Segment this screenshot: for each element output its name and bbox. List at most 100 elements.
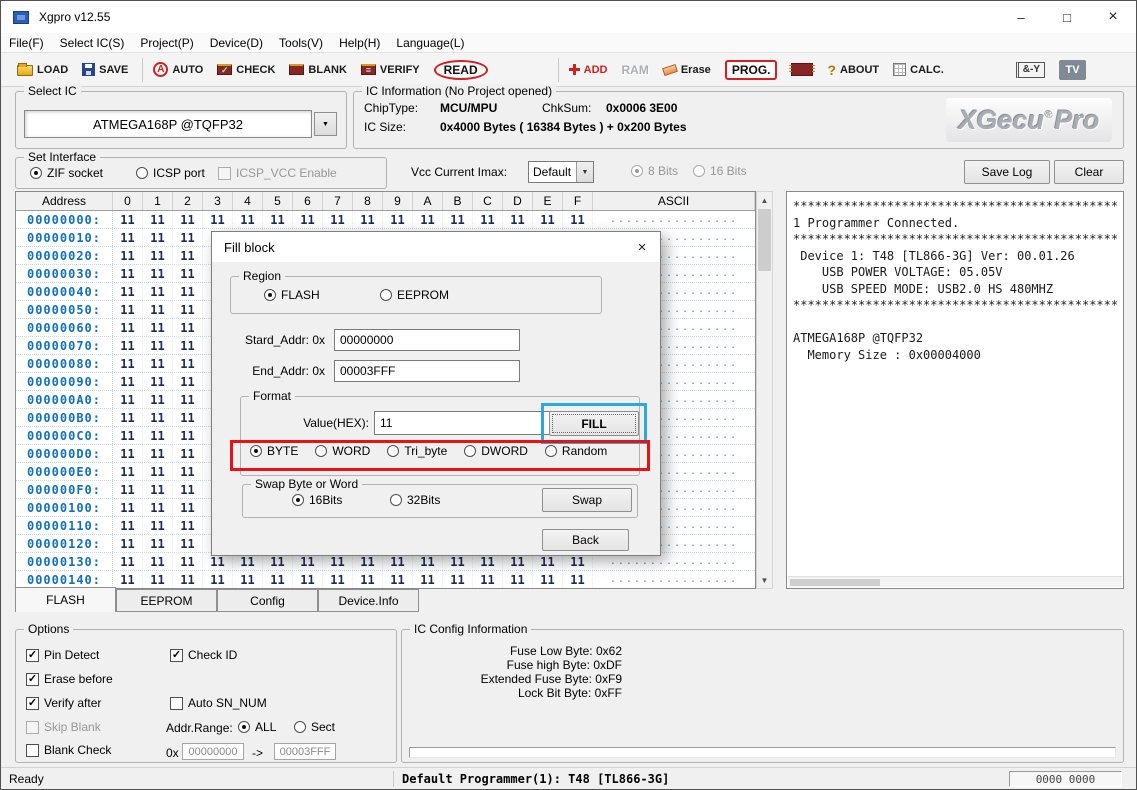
toolbar-add-button[interactable]: ADD bbox=[567, 57, 610, 83]
hex-byte-cell[interactable]: 11 bbox=[173, 427, 203, 444]
hex-byte-cell[interactable]: 11 bbox=[143, 499, 173, 516]
toolbar-about-button[interactable]: ABOUT bbox=[825, 57, 881, 83]
tab-eeprom[interactable]: EEPROM bbox=[116, 589, 217, 612]
hex-byte-cell[interactable]: 11 bbox=[143, 337, 173, 354]
hex-byte-cell[interactable]: 11 bbox=[113, 211, 143, 228]
hex-byte-cell[interactable]: 11 bbox=[143, 463, 173, 480]
hex-byte-cell[interactable]: 11 bbox=[113, 571, 143, 588]
scrollbar-thumb[interactable] bbox=[790, 579, 880, 586]
mode-radio-tri_byte[interactable]: Tri_byte bbox=[387, 444, 447, 458]
hex-byte-cell[interactable]: 11 bbox=[173, 535, 203, 552]
hex-byte-cell[interactable]: 11 bbox=[113, 517, 143, 534]
hex-byte-cell[interactable]: 11 bbox=[113, 319, 143, 336]
toolbar-load-button[interactable]: LOAD bbox=[15, 57, 70, 83]
menu-item-3[interactable]: Device(D) bbox=[202, 33, 271, 53]
hex-byte-cell[interactable]: 11 bbox=[113, 229, 143, 246]
hex-byte-cell[interactable]: 11 bbox=[143, 283, 173, 300]
menu-item-1[interactable]: Select IC(S) bbox=[52, 33, 133, 53]
hex-byte-cell[interactable]: 11 bbox=[173, 517, 203, 534]
toolbar-calc-button[interactable]: CALC. bbox=[891, 57, 946, 83]
mode-radio-word[interactable]: WORD bbox=[315, 444, 370, 458]
hex-byte-cell[interactable]: 11 bbox=[473, 571, 503, 588]
toolbar-tv-button[interactable]: TV bbox=[1057, 57, 1088, 83]
chevron-down-icon[interactable]: ▼ bbox=[576, 162, 593, 182]
eeprom-region-radio[interactable]: EEPROM bbox=[380, 288, 449, 302]
16-bits-radio[interactable]: 16 Bits bbox=[693, 164, 747, 178]
hex-byte-cell[interactable]: 11 bbox=[563, 211, 593, 228]
value-hex-input[interactable]: 11 bbox=[374, 411, 562, 435]
hex-byte-cell[interactable]: 11 bbox=[113, 463, 143, 480]
dialog-title-bar[interactable]: Fill block bbox=[212, 232, 660, 262]
hex-byte-cell[interactable]: 11 bbox=[533, 211, 563, 228]
hex-byte-cell[interactable]: 11 bbox=[173, 247, 203, 264]
icsp-vcc-enable-checkbox[interactable]: ICSP_VCC Enable bbox=[218, 166, 337, 180]
toolbar-prog-button[interactable]: PROG. bbox=[723, 57, 780, 83]
hex-byte-cell[interactable]: 11 bbox=[113, 445, 143, 462]
hex-byte-cell[interactable]: 11 bbox=[143, 517, 173, 534]
hex-byte-cell[interactable]: 11 bbox=[113, 481, 143, 498]
hex-byte-cell[interactable]: 11 bbox=[173, 337, 203, 354]
maximize-button[interactable]: □ bbox=[1044, 1, 1090, 33]
log-horizontal-scrollbar[interactable] bbox=[788, 576, 1122, 587]
hex-byte-cell[interactable]: 11 bbox=[173, 229, 203, 246]
hex-byte-cell[interactable]: 11 bbox=[413, 211, 443, 228]
hex-byte-cell[interactable]: 11 bbox=[113, 247, 143, 264]
mode-radio-random[interactable]: Random bbox=[545, 444, 607, 458]
toolbar-blank-button[interactable]: BLANK bbox=[287, 57, 349, 83]
hex-byte-cell[interactable]: 11 bbox=[143, 229, 173, 246]
range-end-input[interactable]: 00003FFF bbox=[274, 743, 336, 760]
hex-byte-cell[interactable]: 11 bbox=[413, 571, 443, 588]
hex-byte-cell[interactable]: 11 bbox=[143, 319, 173, 336]
hex-byte-cell[interactable]: 11 bbox=[143, 355, 173, 372]
hex-byte-cell[interactable]: 11 bbox=[323, 211, 353, 228]
hex-byte-cell[interactable]: 11 bbox=[113, 499, 143, 516]
hex-byte-cell[interactable]: 11 bbox=[113, 427, 143, 444]
swap-button[interactable]: Swap bbox=[542, 488, 632, 512]
verify-after-checkbox[interactable]: Verify after bbox=[26, 696, 101, 710]
end-addr-input[interactable]: 00003FFF bbox=[334, 360, 520, 382]
flash-region-radio[interactable]: FLASH bbox=[264, 288, 320, 302]
blank-check-checkbox[interactable]: Blank Check bbox=[26, 743, 111, 757]
hex-byte-cell[interactable]: 11 bbox=[263, 571, 293, 588]
hex-byte-cell[interactable]: 11 bbox=[143, 265, 173, 282]
hex-byte-cell[interactable]: 11 bbox=[173, 571, 203, 588]
dialog-close-icon[interactable]: × bbox=[628, 234, 656, 260]
pin-detect-checkbox[interactable]: Pin Detect bbox=[26, 648, 99, 662]
hex-byte-cell[interactable]: 11 bbox=[113, 301, 143, 318]
hex-byte-cell[interactable]: 11 bbox=[353, 571, 383, 588]
icsp-port-radio[interactable]: ICSP port bbox=[136, 166, 205, 180]
hex-byte-cell[interactable]: 11 bbox=[173, 211, 203, 228]
hex-byte-cell[interactable]: 11 bbox=[173, 355, 203, 372]
scroll-up-icon[interactable]: ▲ bbox=[757, 192, 772, 208]
hex-byte-cell[interactable]: 11 bbox=[143, 301, 173, 318]
scrollbar-thumb[interactable] bbox=[758, 209, 771, 271]
toolbar-save-button[interactable]: SAVE bbox=[80, 57, 130, 83]
hex-byte-cell[interactable]: 11 bbox=[173, 373, 203, 390]
hex-byte-cell[interactable]: 11 bbox=[113, 265, 143, 282]
selected-ic-field[interactable]: ATMEGA168P @TQFP32 bbox=[24, 110, 312, 138]
toolbar-read-button[interactable]: READ bbox=[432, 57, 490, 83]
hex-byte-cell[interactable]: 11 bbox=[173, 481, 203, 498]
start-addr-input[interactable]: 00000000 bbox=[334, 329, 520, 351]
hex-byte-cell[interactable]: 11 bbox=[113, 553, 143, 570]
hex-byte-cell[interactable]: 11 bbox=[233, 571, 263, 588]
tab-config[interactable]: Config bbox=[217, 589, 318, 612]
hex-byte-cell[interactable]: 11 bbox=[143, 445, 173, 462]
hex-byte-cell[interactable]: 11 bbox=[143, 571, 173, 588]
menu-item-0[interactable]: File(F) bbox=[1, 33, 52, 53]
hex-byte-cell[interactable]: 11 bbox=[203, 211, 233, 228]
tab-device-info[interactable]: Device.Info bbox=[318, 589, 419, 612]
mode-radio-dword[interactable]: DWORD bbox=[464, 444, 528, 458]
toolbar-auto-button[interactable]: AUTO bbox=[151, 57, 205, 83]
hex-byte-cell[interactable]: 11 bbox=[113, 409, 143, 426]
hex-byte-cell[interactable]: 11 bbox=[203, 571, 233, 588]
hex-byte-cell[interactable]: 11 bbox=[143, 391, 173, 408]
hex-byte-cell[interactable]: 11 bbox=[293, 211, 323, 228]
32bits-swap-radio[interactable]: 32Bits bbox=[390, 493, 440, 507]
zif-socket-radio[interactable]: ZIF socket bbox=[30, 166, 103, 180]
menu-item-6[interactable]: Language(L) bbox=[388, 33, 472, 53]
hex-byte-cell[interactable]: 11 bbox=[113, 283, 143, 300]
hex-byte-cell[interactable]: 11 bbox=[173, 283, 203, 300]
hex-vertical-scrollbar[interactable]: ▲ ▼ bbox=[756, 191, 773, 589]
hex-byte-cell[interactable]: 11 bbox=[443, 211, 473, 228]
